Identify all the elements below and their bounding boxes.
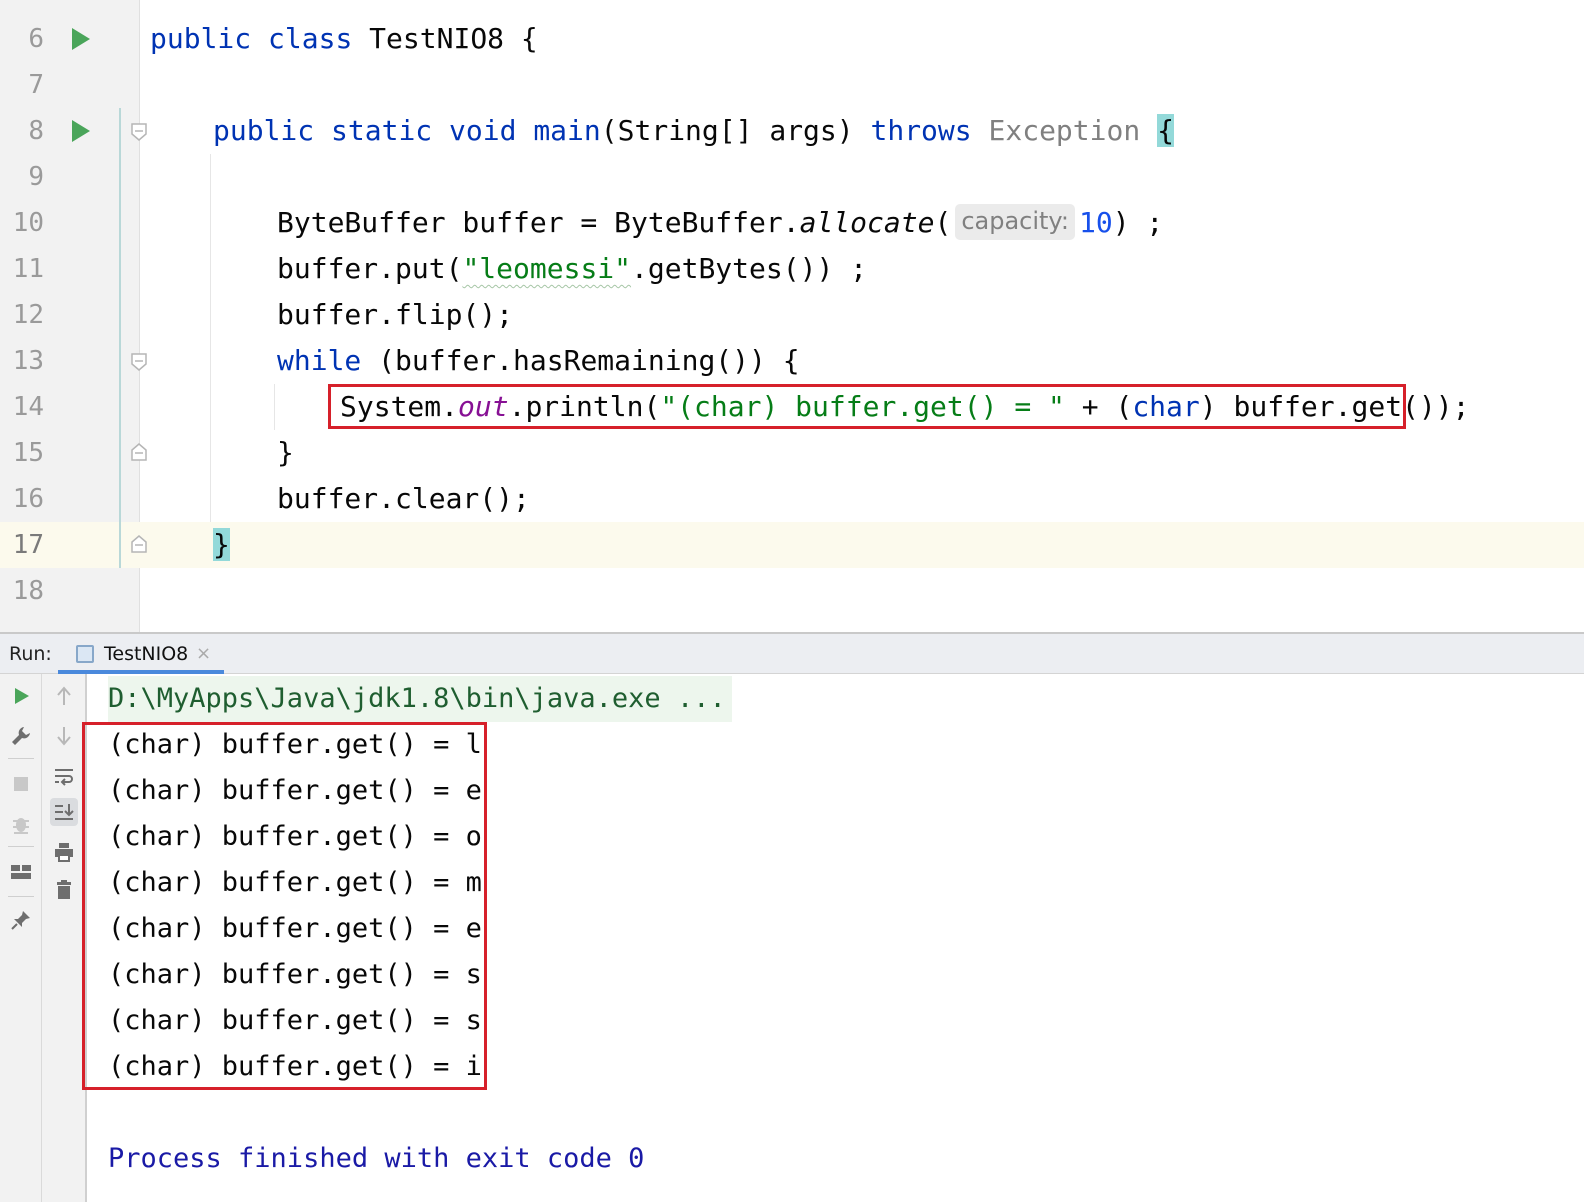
line-number: 7 [28, 70, 44, 100]
scroll-to-end-icon[interactable] [50, 798, 78, 826]
code-line-6[interactable]: public class TestNIO8 { [150, 16, 538, 62]
type-name: Exception [988, 114, 1141, 147]
code-line-12[interactable]: buffer.flip(); [277, 292, 513, 338]
keyword: class [268, 22, 353, 55]
line-number: 13 [12, 346, 44, 376]
method-name: main [533, 114, 601, 147]
editor-gutter[interactable]: 6 7 8 9 10 11 12 13 14 15 16 17 18 [0, 0, 147, 634]
code-text: ( [934, 206, 952, 239]
run-arrow-icon[interactable] [72, 120, 90, 142]
console-command-line: D:\MyApps\Java\jdk1.8\bin\java.exe ... [108, 676, 732, 722]
tab-testnio8[interactable]: TestNIO8 × [58, 634, 224, 674]
line-number: 18 [12, 576, 44, 606]
tab-label: TestNIO8 [104, 643, 189, 665]
fold-icon[interactable] [130, 122, 148, 142]
code-line-15[interactable]: } [277, 430, 294, 476]
run-tool-window-header: Run: TestNIO8 × [0, 634, 1584, 674]
keyword: public [150, 22, 252, 55]
method-name: allocate [799, 206, 935, 239]
code-text: (String[] args) [600, 114, 871, 147]
code-text: buffer.put( [277, 252, 463, 285]
run-arrow-icon[interactable] [72, 28, 90, 50]
keyword: static [331, 114, 433, 147]
stop-icon[interactable] [7, 770, 35, 798]
debug-icon[interactable] [7, 810, 35, 838]
code-highlight-box [328, 384, 1406, 429]
down-arrow-icon[interactable] [50, 722, 78, 750]
scope-indicator [119, 108, 121, 568]
code-line-13[interactable]: while (buffer.hasRemaining()) { [277, 338, 800, 384]
run-console[interactable]: D:\MyApps\Java\jdk1.8\bin\java.exe ... (… [0, 674, 1584, 1202]
close-icon[interactable]: × [196, 634, 211, 674]
fold-icon[interactable] [130, 352, 148, 372]
print-icon[interactable] [50, 838, 78, 866]
code-line-17[interactable]: } [213, 522, 230, 568]
code-text: .getBytes()) ; [631, 252, 868, 285]
console-icon [76, 645, 94, 663]
matched-brace: { [1157, 114, 1174, 147]
line-number: 6 [28, 24, 44, 54]
toolbar-separator [8, 758, 34, 759]
code-text: buffer.clear(); [277, 482, 530, 515]
code-text: ByteBuffer buffer = ByteBuffer. [277, 206, 800, 239]
rerun-icon[interactable] [7, 682, 35, 710]
code-text: ) ; [1112, 206, 1164, 239]
output-highlight-box [82, 722, 487, 1090]
console-toolbar [42, 674, 87, 1202]
current-line-highlight [0, 522, 1584, 568]
keyword: public [213, 114, 315, 147]
code-editor[interactable]: 6 7 8 9 10 11 12 13 14 15 16 17 18 publi… [0, 0, 1584, 634]
code-text: } [277, 436, 294, 469]
soft-wrap-icon[interactable] [50, 762, 78, 790]
line-number: 8 [28, 116, 44, 146]
run-toolbar [0, 674, 42, 1202]
keyword: while [277, 344, 362, 377]
pin-icon[interactable] [7, 906, 35, 934]
indent-guide [274, 384, 275, 430]
line-number: 11 [12, 254, 44, 284]
layout-icon[interactable] [7, 858, 35, 886]
string-literal: "leomessi" [462, 252, 632, 285]
indent-guide [210, 154, 211, 522]
code-line-10[interactable]: ByteBuffer buffer = ByteBuffer.allocate(… [277, 200, 1163, 246]
line-number: 12 [12, 300, 44, 330]
keyword: void [449, 114, 517, 147]
code-text: (buffer.hasRemaining()) { [361, 344, 800, 377]
up-arrow-icon[interactable] [50, 682, 78, 710]
run-label: Run: [9, 643, 52, 665]
code-text: buffer.flip(); [277, 298, 514, 331]
line-number: 16 [12, 484, 44, 514]
process-exit-message: Process finished with exit code 0 [108, 1143, 645, 1174]
line-number: 15 [12, 438, 44, 468]
trash-icon[interactable] [50, 876, 78, 904]
matched-brace: } [213, 528, 230, 561]
fold-end-icon[interactable] [130, 442, 148, 462]
parameter-hint: capacity: [955, 204, 1075, 240]
toolbar-separator [8, 896, 34, 897]
line-number: 9 [28, 162, 44, 192]
line-number: 14 [12, 392, 44, 422]
code-line-16[interactable]: buffer.clear(); [277, 476, 530, 522]
fold-end-icon[interactable] [130, 534, 148, 554]
code-text: TestNIO8 { [352, 22, 538, 55]
number-literal: 10 [1078, 206, 1113, 239]
code-line-11[interactable]: buffer.put("leomessi".getBytes()) ; [277, 246, 867, 292]
line-number: 17 [12, 530, 44, 560]
line-number: 10 [12, 208, 44, 238]
toolbar-separator [8, 846, 34, 847]
wrench-icon[interactable] [7, 722, 35, 750]
keyword: throws [870, 114, 972, 147]
code-line-8[interactable]: public static void main(String[] args) t… [213, 108, 1174, 154]
